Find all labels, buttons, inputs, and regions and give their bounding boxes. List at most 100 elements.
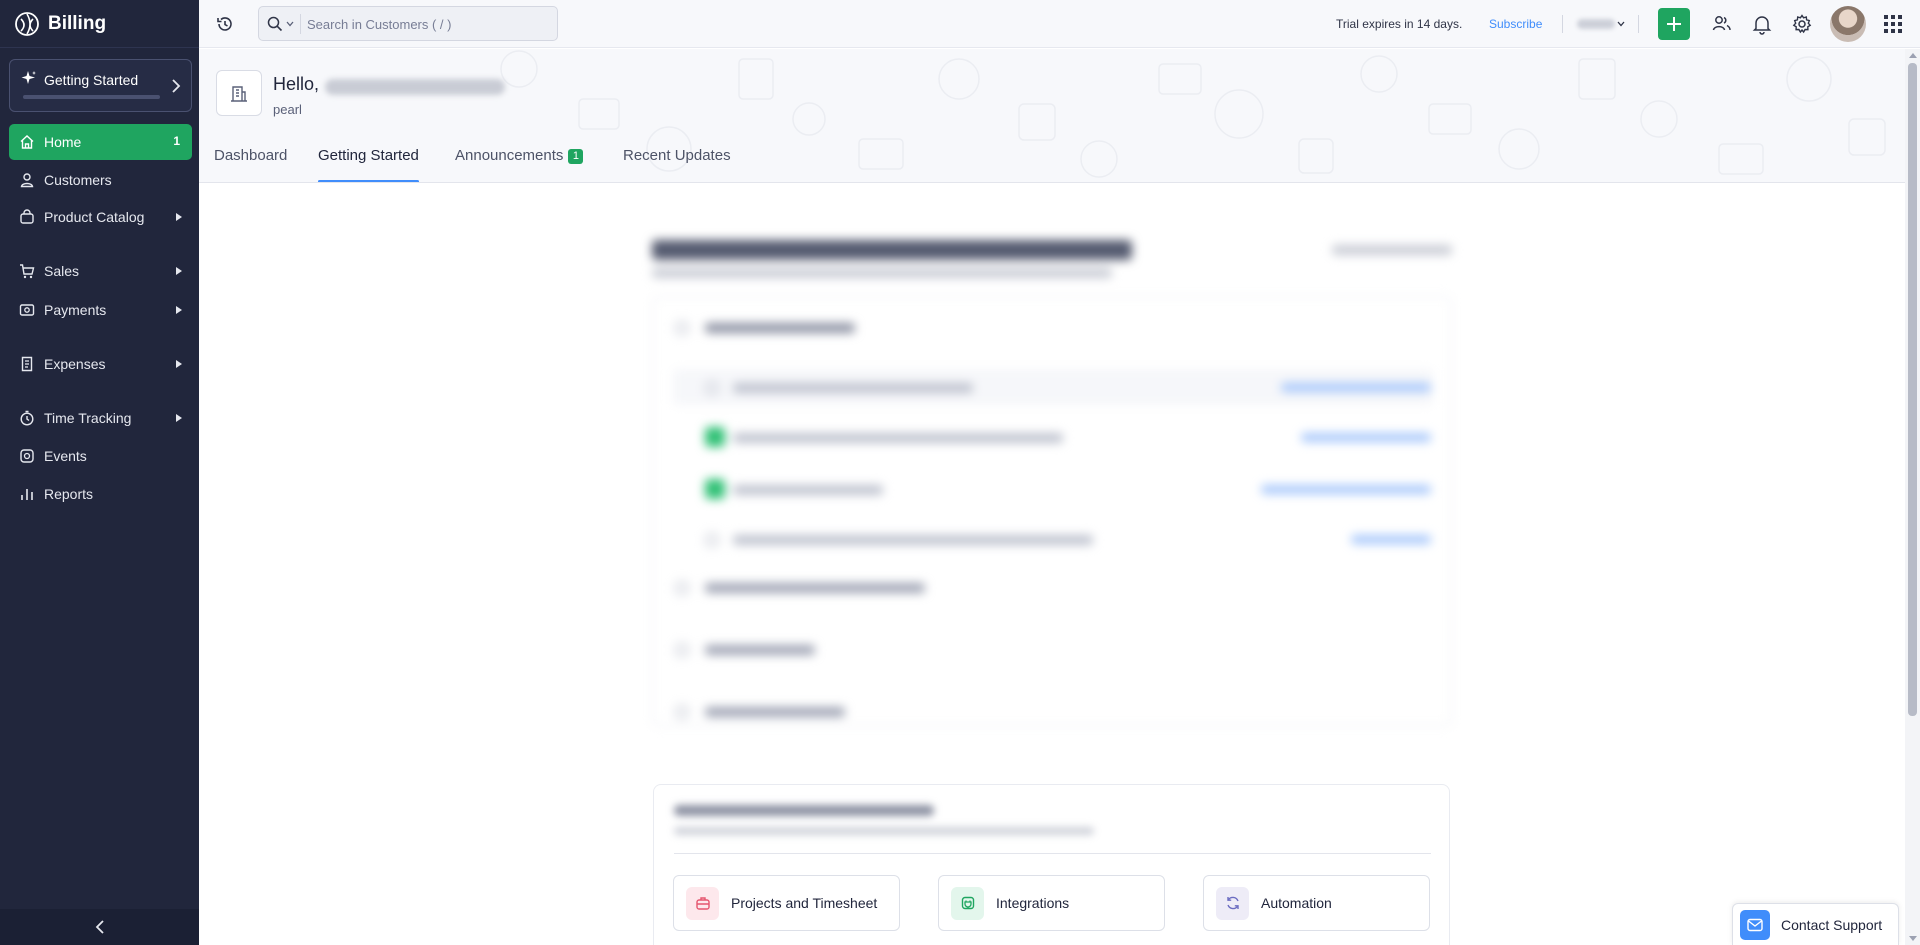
blurred-checkmark xyxy=(705,427,725,447)
scroll-up-arrow-icon[interactable] xyxy=(1909,53,1917,58)
sidebar-item-label: Reports xyxy=(44,486,94,502)
feature-automation[interactable]: Automation xyxy=(1203,875,1430,931)
sidebar-item-product-catalog[interactable]: Product Catalog xyxy=(9,199,192,235)
user-icon xyxy=(20,173,34,188)
search-divider xyxy=(300,14,301,34)
caret-right-icon xyxy=(176,360,182,368)
blurred-step-indicator xyxy=(675,321,689,335)
search-input[interactable] xyxy=(307,14,547,34)
page-header: Hello, pearl Dashboard Getting Started A… xyxy=(199,49,1905,183)
tab-dashboard[interactable]: Dashboard xyxy=(214,147,288,182)
blurred-step-link xyxy=(1281,383,1431,392)
tab-label: Dashboard xyxy=(214,147,288,164)
cart-icon xyxy=(20,264,35,279)
tab-recent-updates[interactable]: Recent Updates xyxy=(623,147,731,182)
users-icon[interactable] xyxy=(1711,13,1733,35)
blurred-step-indicator xyxy=(675,581,689,595)
explore-features-card: Projects and Timesheet Integrations Auto… xyxy=(653,784,1450,945)
blurred-section-heading xyxy=(705,645,815,655)
getting-started-card[interactable]: Getting Started xyxy=(9,59,192,112)
sidebar-item-label: Home xyxy=(44,134,82,150)
sidebar-item-payments[interactable]: Payments xyxy=(9,292,192,328)
blurred-section-heading xyxy=(705,583,925,593)
organization-name-redacted xyxy=(1577,19,1615,29)
blurred-card xyxy=(652,296,1452,726)
sidebar-collapse-button[interactable] xyxy=(0,909,199,945)
feature-projects-timesheet[interactable]: Projects and Timesheet xyxy=(673,875,900,931)
app-grid-icon[interactable] xyxy=(1884,15,1902,33)
caret-right-icon xyxy=(176,414,182,422)
sidebar-item-events[interactable]: Events xyxy=(9,438,192,474)
sidebar-item-label: Payments xyxy=(44,302,107,318)
organization-icon-box xyxy=(216,70,262,116)
chevron-down-icon[interactable] xyxy=(286,21,294,27)
blurred-card-subtitle xyxy=(674,827,1094,835)
blurred-step-text xyxy=(733,383,973,393)
avatar[interactable] xyxy=(1830,6,1866,42)
tab-label: Getting Started xyxy=(318,147,419,164)
bag-icon xyxy=(20,209,34,224)
blurred-step-indicator xyxy=(705,381,719,395)
search-icon[interactable] xyxy=(267,16,283,32)
tab-getting-started[interactable]: Getting Started xyxy=(318,147,419,182)
feature-label: Automation xyxy=(1261,895,1332,911)
organization-subtitle: pearl xyxy=(273,102,302,117)
contact-support-label: Contact Support xyxy=(1781,916,1883,933)
blurred-section-heading xyxy=(705,707,845,717)
blurred-step-indicator xyxy=(705,533,719,547)
building-icon xyxy=(231,86,247,102)
events-icon xyxy=(20,449,34,463)
caret-right-icon xyxy=(176,267,182,275)
sidebar-item-expenses[interactable]: Expenses xyxy=(9,346,192,382)
subscribe-link[interactable]: Subscribe xyxy=(1489,17,1542,31)
vertical-scrollbar[interactable] xyxy=(1905,49,1920,945)
sidebar: Billing Getting Started Home 1 Customers… xyxy=(0,0,199,945)
sidebar-item-label: Expenses xyxy=(44,356,106,372)
sidebar-item-home[interactable]: Home 1 xyxy=(9,124,192,160)
feature-integrations[interactable]: Integrations xyxy=(938,875,1165,931)
sidebar-item-time-tracking[interactable]: Time Tracking xyxy=(9,400,192,436)
mail-icon xyxy=(1740,909,1770,940)
tab-label: Recent Updates xyxy=(623,147,731,164)
topbar-divider xyxy=(1638,15,1639,33)
greeting-title: Hello, xyxy=(273,74,320,94)
contact-support-button[interactable]: Contact Support xyxy=(1732,903,1899,945)
home-badge: 1 xyxy=(173,134,180,148)
scroll-down-arrow-icon[interactable] xyxy=(1909,936,1917,941)
blurred-card-title xyxy=(674,805,934,816)
blurred-section-heading xyxy=(705,323,855,333)
sidebar-item-reports[interactable]: Reports xyxy=(9,476,192,512)
blurred-step-text xyxy=(733,535,1093,545)
clock-icon xyxy=(20,410,34,426)
announcements-badge: 1 xyxy=(568,149,584,164)
blurred-title xyxy=(652,240,1132,260)
blurred-step-text xyxy=(733,485,883,495)
billing-logo-icon xyxy=(15,11,39,36)
getting-started-progress xyxy=(23,95,160,99)
tab-announcements[interactable]: Announcements 1 xyxy=(455,147,584,182)
recent-history-icon[interactable] xyxy=(215,14,235,34)
search-box[interactable] xyxy=(258,6,558,41)
blurred-step-link xyxy=(1261,485,1431,494)
organization-switcher[interactable] xyxy=(1577,16,1627,32)
blurred-onboarding-checklist xyxy=(652,234,1452,794)
main-content: Projects and Timesheet Integrations Auto… xyxy=(199,184,1905,945)
active-tab-indicator xyxy=(318,180,419,182)
user-name-redacted xyxy=(325,79,505,95)
bell-icon[interactable] xyxy=(1751,13,1773,35)
scrollbar-thumb[interactable] xyxy=(1908,63,1917,716)
quick-create-button[interactable] xyxy=(1658,8,1690,40)
blurred-checkmark xyxy=(705,479,725,499)
blurred-step-indicator xyxy=(675,643,689,657)
blurred-step-text xyxy=(733,433,1063,443)
sidebar-item-customers[interactable]: Customers xyxy=(9,162,192,198)
sidebar-item-sales[interactable]: Sales xyxy=(9,253,192,289)
blurred-subtitle xyxy=(652,268,1112,278)
sidebar-item-label: Time Tracking xyxy=(44,410,132,426)
gear-icon[interactable] xyxy=(1791,13,1813,35)
sidebar-item-label: Events xyxy=(44,448,87,464)
getting-started-label: Getting Started xyxy=(44,72,139,88)
brand[interactable]: Billing xyxy=(0,0,199,48)
brand-name: Billing xyxy=(48,12,107,34)
blurred-action xyxy=(1332,245,1452,255)
